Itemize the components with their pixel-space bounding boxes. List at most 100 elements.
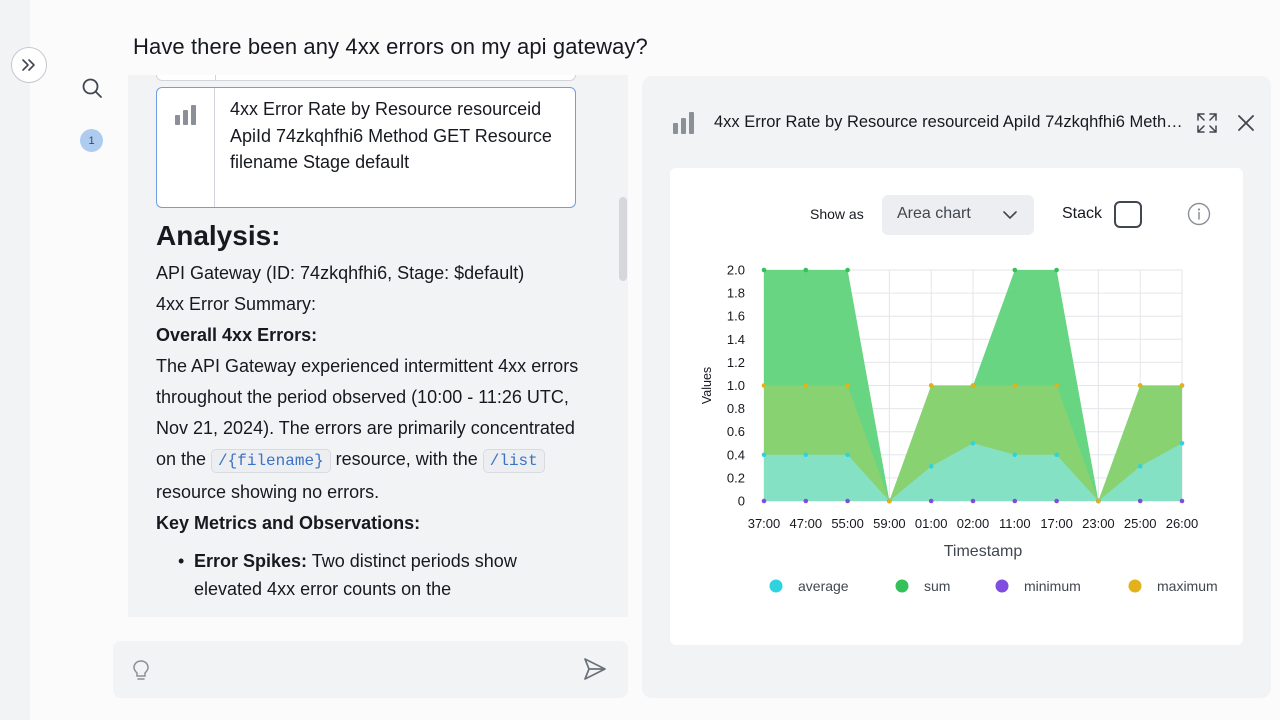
legend-swatch-sum [895, 579, 909, 593]
notification-badge[interactable]: 1 [80, 129, 103, 152]
x-tick-label: 55:00 [831, 516, 864, 531]
analysis-content: Analysis: API Gateway (ID: 74zkqhfhi6, S… [156, 220, 586, 603]
point-average [1012, 452, 1018, 458]
chart-detail-panel: 4xx Error Rate by Resource resourceid Ap… [642, 76, 1271, 698]
y-tick-label: 1.6 [727, 309, 745, 324]
overall-errors-heading: Overall 4xx Errors: [156, 325, 318, 345]
point-maximum [1137, 383, 1143, 388]
point-average [803, 452, 809, 458]
bullet-bold: Error Spikes: [194, 551, 308, 571]
legend-label-sum: sum [924, 578, 950, 594]
point-sum [761, 267, 767, 273]
point-minimum [1054, 498, 1059, 504]
point-minimum [845, 498, 850, 504]
legend-swatch-maximum [1128, 579, 1142, 593]
point-minimum [1012, 498, 1018, 504]
y-tick-label: 1.2 [727, 355, 745, 370]
panel-header: 4xx Error Rate by Resource resourceid Ap… [672, 110, 1254, 140]
y-tick-label: 2.0 [727, 263, 745, 278]
point-maximum [761, 383, 767, 388]
point-average [970, 440, 976, 446]
x-axis-label: Timestamp [944, 543, 1023, 560]
x-tick-label: 02:00 [957, 516, 990, 531]
y-tick-label: 1.4 [727, 332, 745, 347]
point-minimum [761, 498, 767, 504]
x-tick-label: 01:00 [915, 516, 948, 531]
point-minimum [1137, 498, 1143, 504]
point-minimum [803, 498, 809, 504]
bar-chart-icon [673, 112, 694, 134]
y-axis-label: Values [700, 367, 714, 404]
x-tick-label: 59:00 [873, 516, 906, 531]
point-maximum [845, 383, 850, 388]
point-minimum [970, 498, 976, 504]
overall-errors-paragraph: The API Gateway experienced intermittent… [156, 351, 586, 508]
user-question: Have there been any 4xx errors on my api… [133, 34, 648, 59]
analysis-heading: Analysis: [156, 220, 281, 251]
result-card-title: 4xx Error Rate by Resource resourceid Ap… [230, 99, 552, 172]
x-tick-label: 37:00 [748, 516, 781, 531]
point-minimum [928, 498, 934, 504]
point-maximum [1054, 383, 1059, 388]
point-sum [1054, 267, 1059, 273]
chat-input-bar[interactable] [113, 641, 628, 698]
code-list: /list [482, 449, 545, 473]
send-icon[interactable] [582, 656, 608, 682]
analysis-line-2: 4xx Error Summary: [156, 294, 317, 314]
lightbulb-icon[interactable] [131, 659, 151, 683]
double-chevron-right-icon [22, 59, 35, 71]
close-icon[interactable] [1235, 112, 1257, 134]
point-maximum [1096, 498, 1101, 504]
legend-swatch-average [769, 579, 783, 593]
list-item: Error Spikes: Two distinct periods show … [178, 547, 586, 603]
x-tick-label: 26:00 [1166, 516, 1199, 531]
point-average [1137, 464, 1143, 469]
point-maximum [887, 498, 892, 504]
point-average [1179, 440, 1185, 446]
x-tick-label: 47:00 [790, 516, 823, 531]
para-part-c: resource showing no errors. [156, 482, 380, 502]
point-maximum [1012, 383, 1018, 388]
point-maximum [928, 383, 934, 388]
y-tick-label: 0.2 [727, 470, 745, 485]
y-tick-label: 1.8 [727, 286, 745, 301]
previous-result-card[interactable] [156, 75, 576, 81]
left-strip [0, 0, 30, 720]
expand-sidebar-button[interactable] [11, 47, 47, 83]
point-average [1054, 452, 1059, 458]
point-average [845, 452, 850, 458]
chat-scrollbar[interactable] [619, 197, 627, 281]
point-sum [845, 267, 850, 273]
point-sum [1012, 267, 1018, 273]
panel-title: 4xx Error Rate by Resource resourceid Ap… [714, 113, 1189, 131]
x-tick-label: 25:00 [1124, 516, 1157, 531]
x-tick-label: 23:00 [1082, 516, 1115, 531]
para-part-b: resource, with the [330, 449, 483, 469]
bar-chart-icon [174, 105, 196, 125]
metrics-list: Error Spikes: Two distinct periods show … [156, 547, 586, 603]
fullscreen-icon[interactable] [1196, 112, 1218, 134]
result-card-icon-cell [157, 88, 215, 207]
point-average [761, 452, 767, 458]
chat-panel: 4xx Error Rate by Resource resourceid Ap… [128, 75, 628, 617]
area-chart: 0 0.2 0.4 0.6 0.8 1.0 1.2 1.4 1.6 1.8 2.0 37:00 47:0… [700, 263, 1218, 595]
legend-label-average: average [798, 578, 849, 594]
result-card[interactable]: 4xx Error Rate by Resource resourceid Ap… [156, 87, 576, 208]
legend-label-maximum: maximum [1157, 578, 1218, 594]
point-average [928, 464, 934, 469]
point-maximum [803, 383, 809, 388]
y-tick-label: 0.8 [727, 401, 745, 416]
point-maximum [970, 383, 976, 388]
y-tick-label: 0.4 [727, 447, 745, 462]
point-maximum [1179, 383, 1185, 388]
search-icon[interactable] [80, 76, 104, 100]
x-tick-label: 17:00 [1040, 516, 1073, 531]
x-tick-label: 11:00 [999, 516, 1031, 531]
point-minimum [1179, 498, 1185, 504]
point-sum [803, 267, 809, 273]
code-filename: /{filename} [211, 449, 331, 473]
chart-card: Show as Area chart Stack 0 0.2 0.4 0.6 0.8 1.… [670, 168, 1243, 645]
legend-label-minimum: minimum [1024, 578, 1081, 594]
legend-swatch-minimum [995, 579, 1009, 593]
key-metrics-heading: Key Metrics and Observations: [156, 513, 421, 533]
